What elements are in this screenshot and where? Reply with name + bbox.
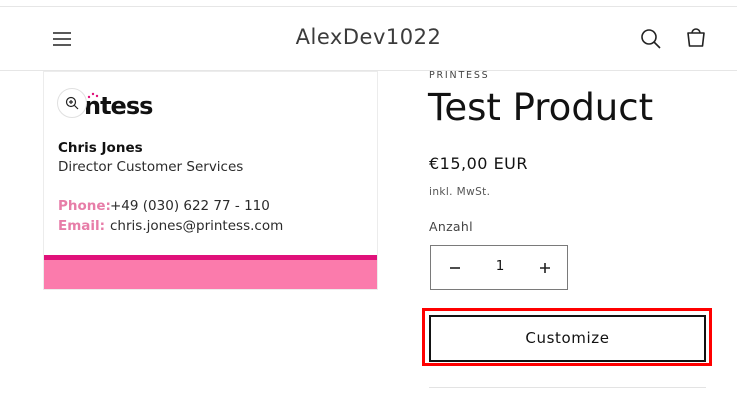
quantity-input[interactable]: 1 [483,258,517,274]
tax-note: inkl. MwSt. [429,186,491,198]
cart-icon[interactable] [684,26,708,50]
zoom-in-icon [65,96,79,110]
customize-button[interactable]: Customize [429,315,706,362]
card-phone-value: +49 (030) 622 77 - 110 [110,198,270,214]
card-email-label: Email: [58,218,106,234]
quantity-decrease-button[interactable] [443,256,467,280]
store-title[interactable]: AlexDev1022 [0,25,737,49]
card-stripe-light [44,260,377,289]
card-person-name: Chris Jones [58,140,143,156]
quantity-increase-button[interactable] [533,256,557,280]
product-price: €15,00 EUR [429,154,529,173]
section-divider [429,387,706,388]
card-person-role: Director Customer Services [58,159,244,175]
minus-icon [450,267,460,269]
quantity-stepper: 1 [430,245,568,290]
plus-icon [540,263,550,273]
card-email-value: chris.jones@printess.com [110,218,284,234]
site-header: AlexDev1022 [0,7,737,71]
product-vendor: PRINTESS [429,70,490,81]
zoom-button[interactable] [57,88,87,118]
product-title: Test Product [428,86,654,129]
quantity-label: Anzahl [429,219,473,234]
search-icon[interactable] [639,27,663,51]
card-phone-label: Phone: [58,198,111,214]
